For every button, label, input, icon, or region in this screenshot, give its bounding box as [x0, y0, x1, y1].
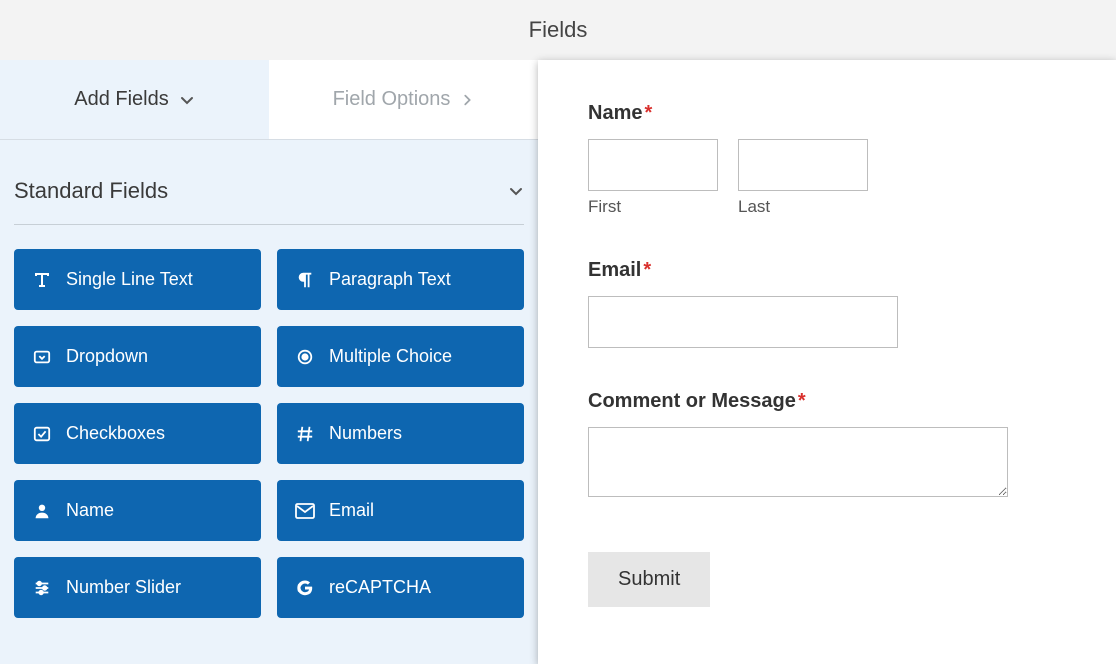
- field-label: Paragraph Text: [329, 269, 451, 290]
- field-dropdown[interactable]: Dropdown: [14, 326, 261, 387]
- section-header[interactable]: Standard Fields: [14, 164, 524, 225]
- required-mark: *: [643, 259, 651, 281]
- last-sublabel: Last: [738, 197, 868, 217]
- comment-textarea[interactable]: [588, 427, 1008, 497]
- field-label: Multiple Choice: [329, 346, 452, 367]
- text-icon: [32, 270, 52, 290]
- form-field-name[interactable]: Name* First Last: [588, 102, 1066, 217]
- check-icon: [32, 424, 52, 444]
- first-sublabel: First: [588, 197, 718, 217]
- field-label: Email: [329, 500, 374, 521]
- field-label: Single Line Text: [66, 269, 193, 290]
- chevron-down-icon: [179, 92, 195, 108]
- form-field-comment[interactable]: Comment or Message*: [588, 390, 1066, 502]
- field-email[interactable]: Email: [277, 480, 524, 541]
- tab-label: Add Fields: [74, 88, 169, 111]
- required-mark: *: [798, 390, 806, 412]
- chevron-down-icon: [508, 183, 524, 199]
- tabs: Add Fields Field Options: [0, 60, 538, 140]
- tab-label: Field Options: [333, 88, 451, 111]
- page-header: Fields: [0, 0, 1116, 60]
- field-name[interactable]: Name: [14, 480, 261, 541]
- standard-fields-section: Standard Fields Single Line Text Paragr: [0, 140, 538, 618]
- field-paragraph-text[interactable]: Paragraph Text: [277, 249, 524, 310]
- required-mark: *: [644, 102, 652, 124]
- page-title: Fields: [529, 17, 588, 43]
- last-name-input[interactable]: [738, 139, 868, 191]
- radio-icon: [295, 347, 315, 367]
- main-content: Add Fields Field Options Standard Fields: [0, 60, 1116, 664]
- user-icon: [32, 501, 52, 521]
- field-label: Checkboxes: [66, 423, 165, 444]
- paragraph-icon: [295, 270, 315, 290]
- comment-label: Comment or Message*: [588, 390, 1066, 413]
- field-multiple-choice[interactable]: Multiple Choice: [277, 326, 524, 387]
- field-checkboxes[interactable]: Checkboxes: [14, 403, 261, 464]
- dropdown-icon: [32, 347, 52, 367]
- sliders-icon: [32, 578, 52, 598]
- google-icon: [295, 578, 315, 598]
- first-name-input[interactable]: [588, 139, 718, 191]
- name-inputs: First Last: [588, 139, 1066, 217]
- field-numbers[interactable]: Numbers: [277, 403, 524, 464]
- field-grid: Single Line Text Paragraph Text Dropdown: [14, 249, 524, 618]
- field-label: Numbers: [329, 423, 402, 444]
- envelope-icon: [295, 501, 315, 521]
- tab-add-fields[interactable]: Add Fields: [0, 60, 269, 139]
- form-preview: Name* First Last Email*: [538, 60, 1116, 664]
- field-label: Dropdown: [66, 346, 148, 367]
- email-label: Email*: [588, 259, 1066, 282]
- submit-button[interactable]: Submit: [588, 552, 710, 607]
- form-field-email[interactable]: Email*: [588, 259, 1066, 348]
- section-title: Standard Fields: [14, 178, 168, 204]
- tab-field-options[interactable]: Field Options: [269, 60, 538, 139]
- field-label: Name: [66, 500, 114, 521]
- field-single-line-text[interactable]: Single Line Text: [14, 249, 261, 310]
- field-label: Number Slider: [66, 577, 181, 598]
- sidebar: Add Fields Field Options Standard Fields: [0, 60, 538, 664]
- field-number-slider[interactable]: Number Slider: [14, 557, 261, 618]
- preview-panel: Name* First Last Email*: [538, 60, 1116, 664]
- field-label: reCAPTCHA: [329, 577, 431, 598]
- email-input[interactable]: [588, 296, 898, 348]
- field-recaptcha[interactable]: reCAPTCHA: [277, 557, 524, 618]
- chevron-right-icon: [460, 93, 474, 107]
- hash-icon: [295, 424, 315, 444]
- name-label: Name*: [588, 102, 1066, 125]
